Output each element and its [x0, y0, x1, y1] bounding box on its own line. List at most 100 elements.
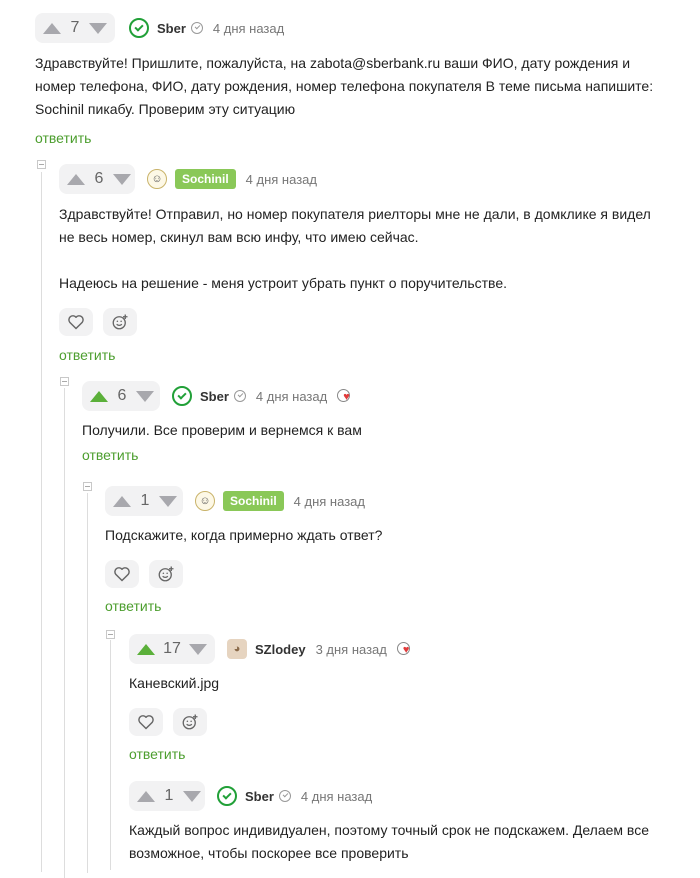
upvote-arrow-icon[interactable]: [137, 643, 155, 655]
comment-score: 7: [70, 19, 80, 36]
comment-score: 6: [117, 387, 127, 404]
add-emoji-icon: [158, 566, 174, 582]
vote-widget: 7: [35, 13, 115, 43]
downvote-arrow-icon[interactable]: [189, 643, 207, 655]
heart-icon: [114, 567, 130, 582]
like-button[interactable]: [105, 560, 139, 588]
add-emoji-icon: [112, 314, 128, 330]
collapse-thread-button[interactable]: [83, 482, 92, 491]
downvote-arrow-icon[interactable]: [113, 173, 131, 185]
thread-line: [87, 493, 88, 873]
sochinil-avatar[interactable]: ☺: [147, 169, 167, 189]
sochinil-avatar[interactable]: ☺: [195, 491, 215, 511]
verified-check-icon: [278, 790, 291, 802]
comment-actions: [59, 308, 659, 336]
comment-header: 17 ◕ SZlodey 3 дня назад ♥: [129, 634, 669, 664]
downvote-arrow-icon[interactable]: [159, 495, 177, 507]
collapse-thread-button[interactable]: [106, 630, 115, 639]
comment-text: Здравствуйте! Отправил, но номер покупат…: [59, 203, 659, 295]
author-name[interactable]: Sber: [245, 789, 274, 804]
award-icon[interactable]: ♥: [396, 641, 413, 657]
comment: 6 ☺ Sochinil 4 дня назад Здравствуйте! О…: [59, 164, 659, 365]
verified-check-icon: [233, 390, 246, 402]
comment-header: 6 Sber 4 дня назад ♥: [82, 381, 662, 411]
comment-time[interactable]: 4 дня назад: [294, 494, 365, 509]
sber-avatar[interactable]: [129, 18, 149, 38]
comment: 17 ◕ SZlodey 3 дня назад ♥ Каневский.jpg…: [129, 634, 669, 764]
react-button[interactable]: [103, 308, 137, 336]
comment-paragraph: Надеюсь на решение - меня устроит убрать…: [59, 275, 507, 291]
like-button[interactable]: [59, 308, 93, 336]
heart-icon: [138, 715, 154, 730]
comment-time[interactable]: 4 дня назад: [246, 172, 317, 187]
reply-link[interactable]: ответить: [82, 447, 138, 463]
upvote-arrow-icon[interactable]: [113, 495, 131, 507]
comment-paragraph: Здравствуйте! Пришлите, пожалуйста, на z…: [35, 55, 654, 117]
sber-avatar[interactable]: [217, 786, 237, 806]
comment: 6 Sber 4 дня назад ♥ Получили. Все прове…: [82, 381, 662, 465]
comment-time[interactable]: 4 дня назад: [256, 389, 327, 404]
downvote-arrow-icon[interactable]: [89, 22, 107, 34]
thread-line: [41, 172, 42, 872]
upvote-arrow-icon[interactable]: [90, 390, 108, 402]
comment-paragraph: Подскажите, когда примерно ждать ответ?: [105, 527, 383, 543]
comment-header: 1 Sber 4 дня назад: [129, 781, 669, 811]
reply-link[interactable]: ответить: [105, 598, 161, 614]
author-name[interactable]: SZlodey: [255, 642, 306, 657]
comment-text: Получили. Все проверим и вернемся к вам: [82, 419, 662, 442]
vote-widget: 1: [105, 486, 183, 516]
author-name[interactable]: Sber: [157, 21, 186, 36]
reply-link[interactable]: ответить: [59, 347, 115, 363]
comment-score: 1: [164, 787, 174, 804]
author-name[interactable]: Sochinil: [175, 169, 236, 189]
comment: 1 ☺ Sochinil 4 дня назад Подскажите, ког…: [105, 486, 665, 616]
comment-header: 7 Sber 4 дня назад: [35, 13, 655, 43]
comment-score: 1: [140, 492, 150, 509]
heart-icon: [68, 315, 84, 330]
author-name[interactable]: Sber: [200, 389, 229, 404]
comment-header: 1 ☺ Sochinil 4 дня назад: [105, 486, 665, 516]
comment: 1 Sber 4 дня назад Каждый вопрос индивид…: [129, 781, 669, 865]
reply-link[interactable]: ответить: [129, 746, 185, 762]
comment-actions: [129, 708, 669, 736]
author-name[interactable]: Sochinil: [223, 491, 284, 511]
vote-widget: 1: [129, 781, 205, 811]
award-icon[interactable]: ♥: [337, 388, 353, 404]
comment-text: Здравствуйте! Пришлите, пожалуйста, на z…: [35, 52, 655, 121]
comment-text: Каждый вопрос индивидуален, поэтому точн…: [129, 819, 669, 865]
comment-text: Каневский.jpg: [129, 672, 669, 695]
downvote-arrow-icon[interactable]: [183, 790, 201, 802]
comment-time[interactable]: 4 дня назад: [213, 21, 284, 36]
react-button[interactable]: [149, 560, 183, 588]
comment-actions: [105, 560, 665, 588]
upvote-arrow-icon[interactable]: [43, 22, 61, 34]
react-button[interactable]: [173, 708, 207, 736]
comment: 7 Sber 4 дня назад Здравствуйте! Пришлит…: [35, 13, 655, 148]
comment-score: 6: [94, 170, 104, 187]
collapse-thread-button[interactable]: [37, 160, 46, 169]
upvote-arrow-icon[interactable]: [67, 173, 85, 185]
vote-widget: 17: [129, 634, 215, 664]
comment-header: 6 ☺ Sochinil 4 дня назад: [59, 164, 659, 194]
thread-line: [110, 640, 111, 870]
thread-line: [64, 388, 65, 878]
verified-check-icon: [190, 22, 203, 34]
like-button[interactable]: [129, 708, 163, 736]
comment-paragraph: Каневский.jpg: [129, 675, 220, 691]
comment-paragraph: Здравствуйте! Отправил, но номер покупат…: [59, 206, 651, 245]
collapse-thread-button[interactable]: [60, 377, 69, 386]
szlodey-avatar[interactable]: ◕: [227, 639, 247, 659]
comment-paragraph: Каждый вопрос индивидуален, поэтому точн…: [129, 822, 649, 861]
downvote-arrow-icon[interactable]: [136, 390, 154, 402]
vote-widget: 6: [82, 381, 160, 411]
sber-avatar[interactable]: [172, 386, 192, 406]
reply-link[interactable]: ответить: [35, 130, 91, 146]
add-emoji-icon: [182, 714, 198, 730]
comment-paragraph: Получили. Все проверим и вернемся к вам: [82, 422, 362, 438]
comment-time[interactable]: 3 дня назад: [316, 642, 387, 657]
comment-time[interactable]: 4 дня назад: [301, 789, 372, 804]
upvote-arrow-icon[interactable]: [137, 790, 155, 802]
comment-score: 17: [163, 640, 181, 657]
comment-text: Подскажите, когда примерно ждать ответ?: [105, 524, 665, 547]
vote-widget: 6: [59, 164, 135, 194]
